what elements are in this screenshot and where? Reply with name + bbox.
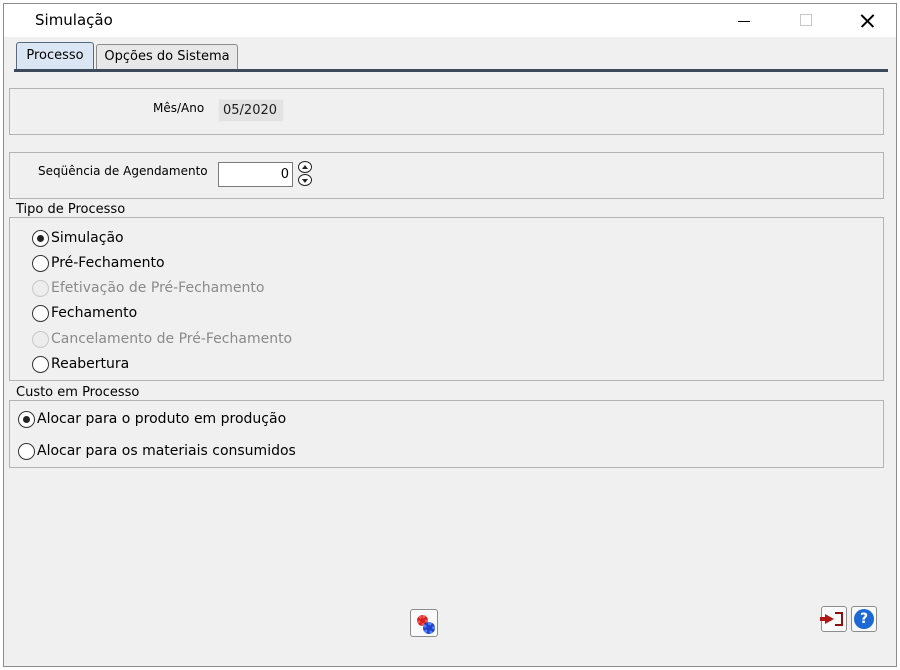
radio-alocar-materiais[interactable]: Alocar para os materiais consumidos: [18, 441, 296, 461]
exit-icon: [835, 612, 843, 626]
help-button[interactable]: ?: [851, 606, 877, 632]
process-button[interactable]: [410, 609, 438, 637]
close-icon[interactable]: [843, 4, 889, 37]
radio-label: Efetivação de Pré-Fechamento: [51, 280, 265, 296]
radio-fechamento[interactable]: Fechamento: [32, 303, 137, 323]
mes-ano-panel: [9, 88, 884, 135]
tab-strip-divider: [14, 69, 888, 72]
radio-reabertura[interactable]: Reabertura: [32, 354, 129, 374]
radio-alocar-produto[interactable]: Alocar para o produto em produção: [18, 409, 286, 429]
sequencia-input[interactable]: 0: [218, 162, 293, 187]
mes-ano-field: 05/2020: [218, 99, 284, 122]
tab-opcoes-do-sistema[interactable]: Opções do Sistema: [96, 44, 238, 70]
radio-label: Cancelamento de Pré-Fechamento: [51, 331, 293, 347]
radio-pre-fechamento[interactable]: Pré-Fechamento: [32, 253, 165, 273]
radio-button[interactable]: [32, 254, 49, 272]
radio-label: Alocar para o produto em produção: [37, 411, 287, 427]
radio-button[interactable]: [32, 304, 49, 322]
radio-label: Fechamento: [51, 305, 138, 321]
help-icon: ?: [854, 609, 874, 629]
radio-button[interactable]: [32, 229, 49, 247]
radio-button[interactable]: [18, 410, 35, 428]
radio-label: Pré-Fechamento: [51, 255, 165, 271]
radio-simulacao[interactable]: Simulação: [32, 228, 124, 248]
title-bar: Simulação: [4, 4, 896, 37]
tab-processo[interactable]: Processo: [16, 42, 94, 70]
tipo-processo-group: [9, 217, 884, 381]
simulacao-window: Simulação Processo Opções do Sistema Mês…: [3, 3, 897, 667]
custo-processo-title: Custo em Processo: [12, 385, 144, 400]
gear-icon: [423, 622, 435, 634]
arrow-right-icon: [820, 614, 834, 624]
tipo-processo-title: Tipo de Processo: [12, 202, 130, 217]
sequencia-label: Seqüência de Agendamento: [38, 164, 208, 178]
mes-ano-label: Mês/Ano: [153, 101, 205, 115]
radio-button[interactable]: [32, 355, 49, 373]
radio-efetivacao-pre-fechamento: Efetivação de Pré-Fechamento: [32, 278, 264, 298]
radio-label: Alocar para os materiais consumidos: [37, 443, 296, 459]
radio-button[interactable]: [18, 442, 35, 460]
radio-button: [32, 330, 49, 348]
minimize-icon[interactable]: [721, 4, 767, 37]
radio-label: Reabertura: [51, 356, 130, 372]
maximize-icon[interactable]: [783, 4, 829, 37]
radio-cancelamento-pre-fechamento: Cancelamento de Pré-Fechamento: [32, 329, 292, 349]
window-title: Simulação: [35, 11, 113, 29]
exit-button[interactable]: [820, 606, 847, 632]
spin-up-icon[interactable]: [298, 161, 312, 173]
radio-label: Simulação: [51, 230, 124, 246]
spin-down-icon[interactable]: [298, 174, 312, 186]
radio-button: [32, 279, 49, 297]
